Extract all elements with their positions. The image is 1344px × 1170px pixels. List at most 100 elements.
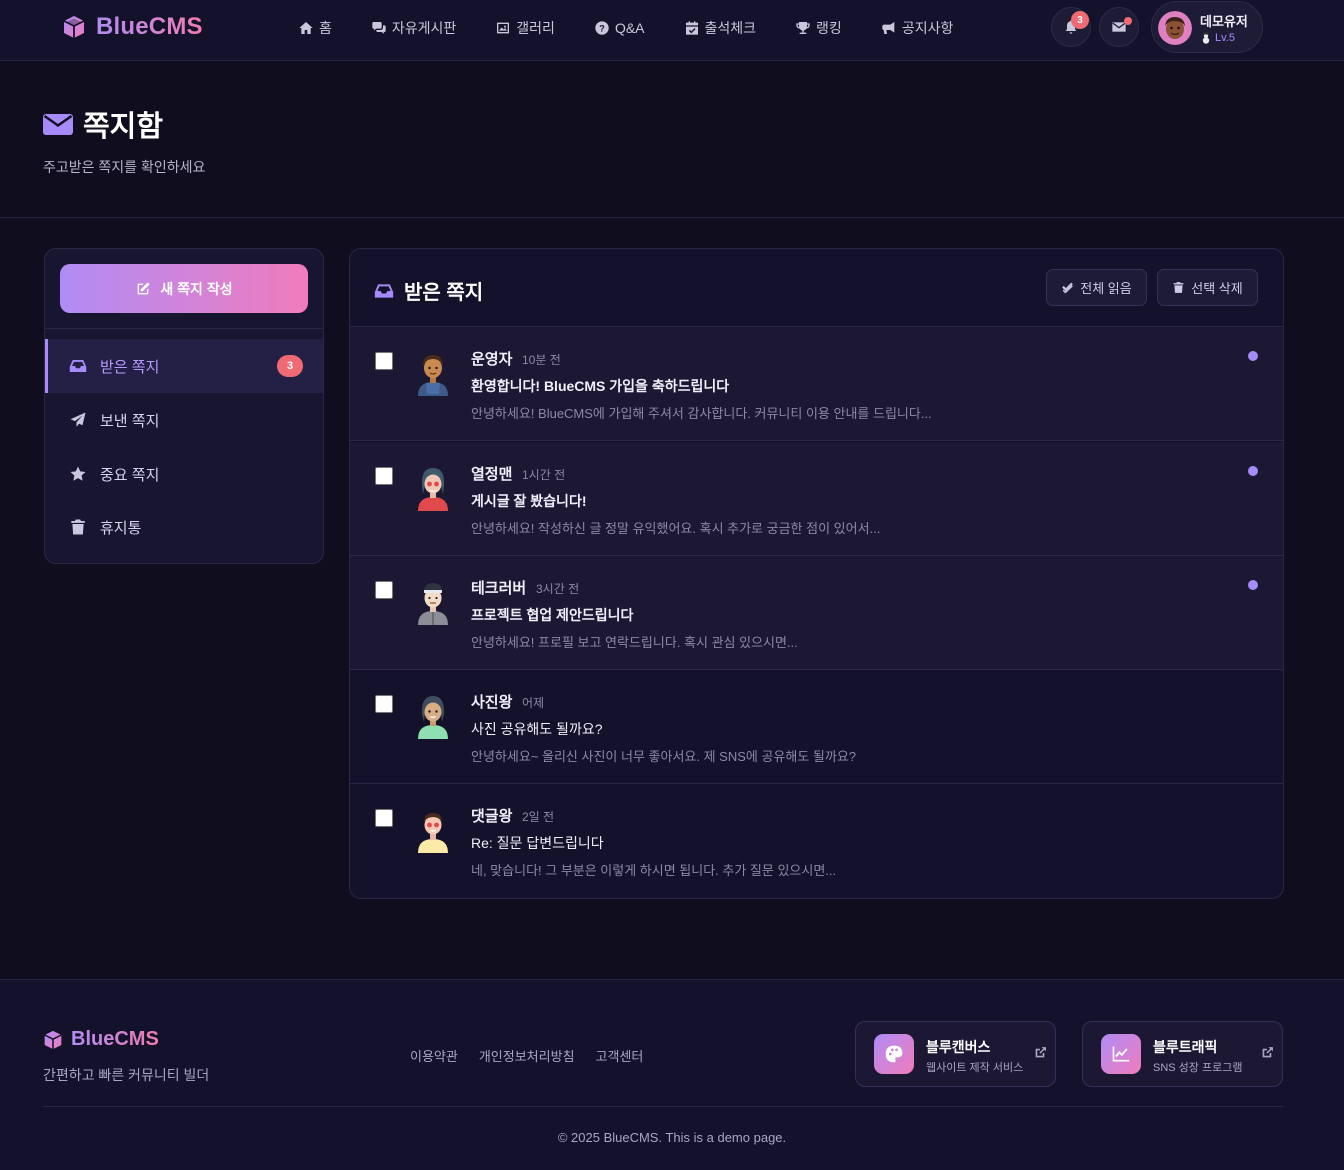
inbox-icon	[69, 357, 87, 375]
inbox-header: 받은 쪽지 전체 읽음 선택 삭제	[350, 249, 1283, 327]
avatar	[413, 689, 453, 739]
nav-ranking[interactable]: 랭킹	[795, 18, 842, 38]
sidebar-item-label: 보낸 쪽지	[100, 412, 160, 430]
avatar	[413, 346, 453, 396]
message-row[interactable]: 열정맨 1시간 전 게시글 잘 봤습니다! 안녕하세요! 작성하신 글 정말 유…	[350, 442, 1283, 556]
unread-indicator	[1248, 466, 1258, 476]
user-menu[interactable]: 데모유저 Lv.5	[1151, 1, 1263, 53]
envelope-icon	[43, 112, 73, 136]
nav-attendance[interactable]: 출석체크	[684, 18, 756, 38]
brand-name: BlueCMS	[96, 13, 203, 40]
trophy-icon	[795, 20, 811, 36]
svg-text:?: ?	[599, 23, 605, 33]
sidebar-item-inbox[interactable]: 받은 쪽지 3	[45, 339, 323, 393]
footer-logo[interactable]: BlueCMS	[43, 1028, 159, 1051]
paper-plane-icon	[69, 411, 87, 429]
message-row[interactable]: 댓글왕 2일 전 Re: 질문 답변드립니다 네, 맞습니다! 그 부분은 이렇…	[350, 784, 1283, 898]
message-sender: 댓글왕	[471, 808, 513, 825]
mark-all-read-button[interactable]: 전체 읽음	[1046, 269, 1147, 306]
message-sender: 운영자	[471, 351, 513, 368]
message-checkbox[interactable]	[375, 467, 393, 485]
sidebar-item-trash[interactable]: 휴지통	[45, 500, 323, 554]
cube-icon	[62, 15, 86, 39]
message-preview: 네, 맞습니다! 그 부분은 이렇게 하시면 됩니다. 추가 질문 있으시면..…	[471, 863, 837, 878]
message-preview: 안녕하세요! BlueCMS에 가입해 주셔서 감사합니다. 커뮤니티 이용 안…	[471, 406, 932, 421]
external-link-icon	[1034, 1046, 1047, 1059]
user-name: 데모유저	[1200, 14, 1248, 29]
star-icon	[69, 465, 87, 483]
inbox-panel: 받은 쪽지 전체 읽음 선택 삭제 운영자 10분 전 환영합니다! BlueC…	[349, 248, 1284, 899]
message-preview: 안녕하세요! 작성하신 글 정말 유익했어요. 혹시 추가로 궁금한 점이 있어…	[471, 521, 881, 536]
user-level: Lv.5	[1200, 32, 1235, 44]
inbox-icon	[374, 281, 394, 301]
sidebar-item-starred[interactable]: 중요 쪽지	[45, 447, 323, 501]
message-checkbox[interactable]	[375, 352, 393, 370]
promo-subtitle: 웹사이트 제작 서비스	[926, 1062, 1024, 1074]
nav-label: Q&A	[614, 20, 645, 36]
nav-label: 갤러리	[516, 20, 555, 36]
message-sender: 열정맨	[471, 466, 513, 483]
sidebar-item-sent[interactable]: 보낸 쪽지	[45, 393, 323, 447]
promo-title: 블루트래픽	[1153, 1039, 1218, 1055]
promo-card-bluetraffic[interactable]: 블루트래픽 SNS 성장 프로그램	[1082, 1021, 1283, 1087]
avatar	[413, 803, 453, 853]
page-header: 쪽지함 주고받은 쪽지를 확인하세요	[0, 61, 1344, 218]
unread-count-badge: 3	[277, 355, 303, 377]
message-time: 3시간 전	[536, 582, 580, 596]
nav-home[interactable]: 홈	[298, 18, 332, 38]
message-time: 10분 전	[522, 353, 561, 367]
footer-brand-name: BlueCMS	[71, 1028, 159, 1050]
images-icon	[495, 20, 511, 36]
message-checkbox[interactable]	[375, 695, 393, 713]
nav-qna[interactable]: ? Q&A	[594, 18, 645, 38]
calendar-check-icon	[684, 20, 700, 36]
nav-gallery[interactable]: 갤러리	[495, 18, 555, 38]
copyright: © 2025 BlueCMS. This is a demo page.	[557, 1130, 787, 1145]
footer-link-privacy[interactable]: 개인정보처리방침	[479, 1046, 575, 1065]
comments-icon	[371, 20, 387, 36]
avatar	[413, 461, 453, 511]
message-sender: 사진왕	[471, 694, 513, 711]
message-row[interactable]: 사진왕 어제 사진 공유해도 될까요? 안녕하세요~ 올리신 사진이 너무 좋아…	[350, 670, 1283, 784]
nav-label: 자유게시판	[391, 20, 457, 36]
promo-title: 블루캔버스	[926, 1039, 991, 1055]
message-preview: 안녕하세요~ 올리신 사진이 너무 좋아서요. 제 SNS에 공유해도 될까요?	[471, 749, 857, 764]
promo-card-bluecanvas[interactable]: 블루캔버스 웹사이트 제작 서비스	[855, 1021, 1056, 1087]
button-label: 선택 삭제	[1191, 281, 1243, 296]
footer-link-support[interactable]: 고객센터	[596, 1046, 644, 1065]
nav-notice[interactable]: 공지사항	[881, 18, 954, 38]
nav-free-board[interactable]: 자유게시판	[371, 18, 456, 38]
divider	[43, 1106, 1283, 1107]
brand-logo[interactable]: BlueCMS	[62, 13, 203, 41]
footer-tagline: 간편하고 빠른 커뮤니티 빌더	[43, 1067, 210, 1083]
divider	[45, 328, 323, 329]
footer-link-terms[interactable]: 이용약관	[410, 1046, 458, 1065]
compose-message-button[interactable]: 새 쪽지 작성	[60, 264, 308, 313]
message-checkbox[interactable]	[375, 809, 393, 827]
nav-label: 공지사항	[901, 20, 954, 36]
message-preview: 안녕하세요! 프로필 보고 연락드립니다. 혹시 관심 있으시면...	[471, 635, 798, 650]
message-time: 어제	[522, 696, 545, 710]
message-subject: 프로젝트 협업 제안드립니다	[471, 607, 634, 623]
trash-icon	[69, 518, 87, 536]
user-level-text: Lv.5	[1215, 32, 1235, 44]
message-row[interactable]: 테크러버 3시간 전 프로젝트 협업 제안드립니다 안녕하세요! 프로필 보고 …	[350, 556, 1283, 670]
nav-label: 홈	[319, 20, 332, 36]
compose-label: 새 쪽지 작성	[160, 280, 233, 297]
notifications-button[interactable]: 3	[1051, 7, 1091, 47]
check-double-icon	[1061, 281, 1074, 294]
page-title: 쪽지함	[43, 103, 163, 145]
page-subtitle: 주고받은 쪽지를 확인하세요	[43, 159, 206, 175]
nav-label: 랭킹	[816, 20, 842, 36]
message-row[interactable]: 운영자 10분 전 환영합니다! BlueCMS 가입을 축하드립니다 안녕하세…	[350, 327, 1283, 441]
unread-indicator	[1248, 351, 1258, 361]
cube-icon	[43, 1030, 63, 1050]
messages-button[interactable]	[1099, 7, 1139, 47]
external-link-icon	[1261, 1046, 1274, 1059]
delete-selected-button[interactable]: 선택 삭제	[1157, 269, 1258, 306]
sidebar-item-label: 휴지통	[100, 519, 142, 537]
sidebar-item-label: 받은 쪽지	[100, 358, 160, 376]
promo-subtitle: SNS 성장 프로그램	[1153, 1062, 1243, 1074]
message-checkbox[interactable]	[375, 581, 393, 599]
message-sender: 테크러버	[471, 580, 527, 597]
